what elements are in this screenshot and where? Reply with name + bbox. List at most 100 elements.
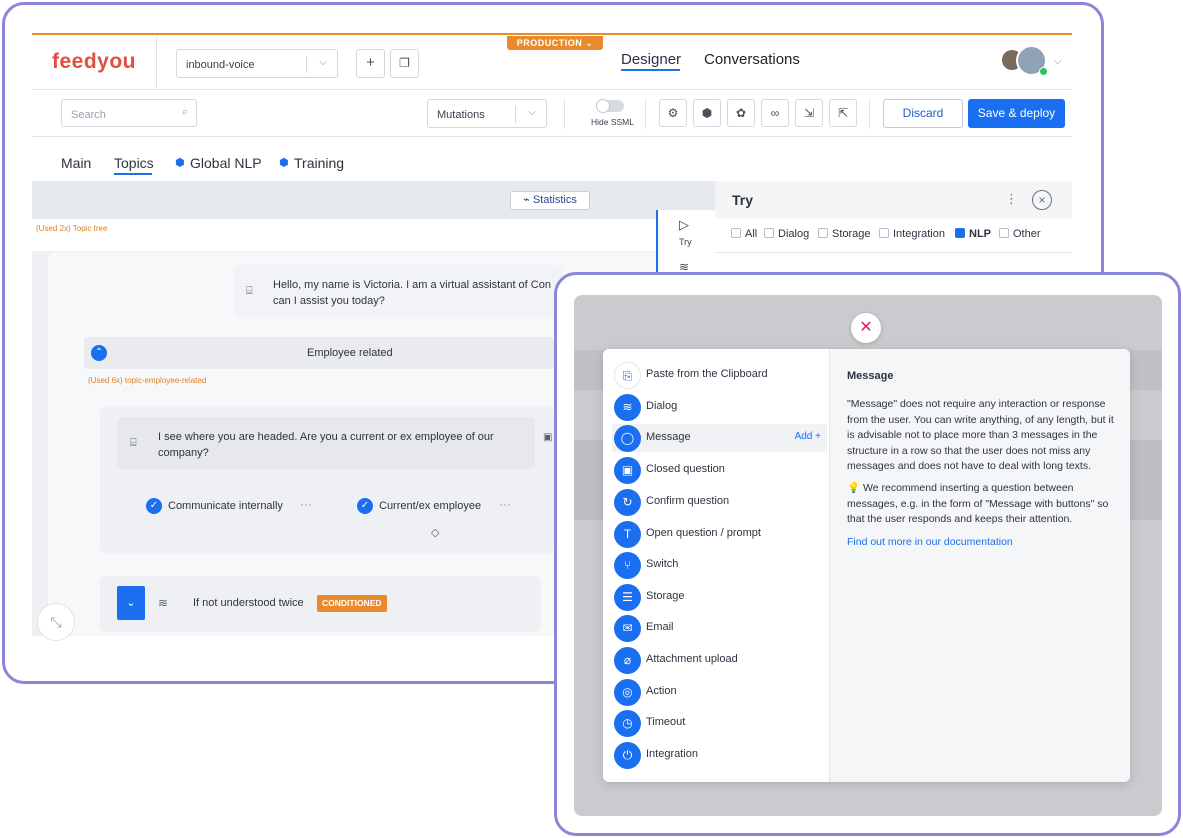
- link-button[interactable]: ∞: [761, 99, 789, 127]
- expand-fallback-button[interactable]: ⌄: [117, 586, 145, 620]
- cube-button[interactable]: ⬢: [693, 99, 721, 127]
- settings-button[interactable]: ⚙: [659, 99, 687, 127]
- brain-button[interactable]: ✿: [727, 99, 755, 127]
- fallback-title: If not understood twice: [193, 597, 304, 609]
- more-vertical-icon[interactable]: ⋮: [1005, 191, 1018, 207]
- search-input[interactable]: Search ⌕: [61, 99, 197, 127]
- app-logo: feedyou: [52, 50, 137, 73]
- closed-question-icon: ▣: [614, 457, 641, 484]
- filter-nlp[interactable]: NLP: [955, 228, 991, 240]
- action-icon: ◎: [614, 679, 641, 706]
- search-icon: ⌕: [181, 106, 188, 118]
- chevron-down-icon[interactable]: ⌵: [1054, 56, 1062, 67]
- add-element-button[interactable]: Add +: [795, 431, 821, 442]
- question-message[interactable]: ⌸ I see where you are headed. Are you a …: [117, 417, 535, 469]
- paperclip-icon: ⌀: [614, 647, 641, 674]
- import-button[interactable]: ⇱: [829, 99, 857, 127]
- active-tab-underline: [621, 69, 680, 71]
- brain-icon: ✿: [735, 106, 747, 120]
- bot-select[interactable]: inbound-voice ⌵: [176, 49, 338, 78]
- tab-conversations[interactable]: Conversations: [704, 51, 800, 68]
- environment-badge[interactable]: PRODUCTION ⌄: [507, 36, 603, 50]
- documentation-link[interactable]: Find out more in our documentation: [847, 536, 1013, 548]
- cube-icon: ⬢: [701, 106, 713, 120]
- greeting-message[interactable]: ⌸ Hello, my name is Victoria. I am a vir…: [233, 265, 563, 317]
- checkbox[interactable]: [818, 228, 828, 238]
- element-item-dialog[interactable]: ≋ Dialog: [612, 393, 827, 421]
- confirm-icon: ↻: [614, 489, 641, 516]
- element-item-open-question[interactable]: T Open question / prompt: [612, 520, 827, 548]
- collapse-icon[interactable]: ⌃: [91, 345, 107, 361]
- element-list: ⎘ Paste from the Clipboard ≋ Dialog ◯ Me…: [603, 349, 829, 782]
- more-icon[interactable]: ···: [499, 497, 511, 511]
- mutations-select[interactable]: Mutations ⌵: [427, 99, 547, 128]
- topic-tree-used: (Used 2x) Topic tree: [36, 224, 108, 233]
- add-bot-button[interactable]: +: [356, 49, 385, 78]
- answer-chip[interactable]: ✓ Current/ex employee ···: [350, 491, 528, 521]
- check-icon: ✓: [146, 498, 162, 514]
- statistics-button[interactable]: ⌁ Statistics: [510, 191, 590, 210]
- export-button[interactable]: ⇲: [795, 99, 823, 127]
- chevron-down-icon: ⌵: [319, 57, 327, 68]
- filter-storage[interactable]: Storage: [818, 228, 871, 240]
- element-item-email[interactable]: ✉ Email: [612, 614, 827, 642]
- save-icon[interactable]: ▣: [543, 432, 552, 443]
- file-import-icon: ⇱: [837, 106, 849, 120]
- gear-icon: ⚙: [667, 106, 679, 120]
- detail-description: "Message" does not require any interacti…: [847, 398, 1114, 472]
- element-detail-panel: Message "Message" does not require any i…: [829, 349, 1130, 782]
- element-item-integration[interactable]: ⏻ Integration: [612, 741, 827, 769]
- filter-all[interactable]: All: [731, 228, 757, 240]
- element-item-closed-question[interactable]: ▣ Closed question: [612, 456, 827, 484]
- tab-main[interactable]: Main: [61, 155, 91, 171]
- check-icon: ✓: [357, 498, 373, 514]
- lightbulb-icon: 💡: [847, 482, 861, 494]
- element-item-timeout[interactable]: ◷ Timeout: [612, 709, 827, 737]
- fullscreen-exit-button[interactable]: ⤡: [37, 603, 75, 641]
- plug-icon: ⏻: [614, 742, 641, 769]
- play-icon: ▷: [679, 217, 689, 232]
- layers-icon: ≋: [614, 394, 641, 421]
- message-icon: ⌸: [246, 285, 253, 297]
- checkbox[interactable]: [764, 228, 774, 238]
- element-item-switch[interactable]: ⑂ Switch: [612, 551, 827, 579]
- tab-designer[interactable]: Designer: [621, 51, 681, 68]
- email-icon: ✉: [614, 615, 641, 642]
- element-item-paste[interactable]: ⎘ Paste from the Clipboard: [612, 361, 827, 389]
- duplicate-bot-button[interactable]: ❐: [390, 49, 419, 78]
- more-icon[interactable]: ···: [300, 497, 312, 511]
- checkbox[interactable]: [879, 228, 889, 238]
- close-icon[interactable]: ×: [1032, 190, 1052, 210]
- close-icon: ✕: [859, 319, 873, 336]
- checkbox[interactable]: [999, 228, 1009, 238]
- topic-group-header[interactable]: ⌃ Employee related: [84, 337, 554, 369]
- filter-other[interactable]: Other: [999, 228, 1041, 240]
- element-item-attachment-upload[interactable]: ⌀ Attachment upload: [612, 646, 827, 674]
- checkbox[interactable]: [731, 228, 741, 238]
- try-panel-title: Try: [732, 192, 754, 208]
- tab-topics[interactable]: Topics: [114, 155, 154, 171]
- chevron-down-icon: ⌄: [585, 38, 594, 48]
- condition-diamond-icon[interactable]: ◇: [431, 526, 439, 539]
- layers-icon: ≋: [158, 596, 169, 610]
- tab-training[interactable]: Training: [294, 155, 344, 171]
- element-item-message[interactable]: ◯ Message Add +: [612, 424, 827, 452]
- hide-ssml-toggle[interactable]: [596, 99, 624, 113]
- filter-dialog[interactable]: Dialog: [764, 228, 809, 240]
- element-item-storage[interactable]: ☰ Storage: [612, 583, 827, 611]
- element-item-action[interactable]: ◎ Action: [612, 678, 827, 706]
- plus-icon: +: [815, 431, 821, 442]
- link-icon: ∞: [770, 106, 780, 120]
- close-modal-button[interactable]: ✕: [851, 313, 881, 343]
- element-item-confirm-question[interactable]: ↻ Confirm question: [612, 488, 827, 516]
- save-deploy-button[interactable]: Save & deploy: [968, 99, 1065, 128]
- tab-global-nlp[interactable]: Global NLP: [190, 155, 262, 171]
- discard-button[interactable]: Discard: [883, 99, 963, 128]
- answer-chip[interactable]: ✓ Communicate internally ···: [139, 491, 329, 521]
- database-icon: ☰: [614, 584, 641, 611]
- checkbox-checked[interactable]: [955, 228, 965, 238]
- filter-integration[interactable]: Integration: [879, 228, 945, 240]
- detail-title: Message: [847, 370, 894, 382]
- cube-icon: ⬢: [279, 157, 289, 169]
- conditioned-badge: CONDITIONED: [317, 595, 387, 612]
